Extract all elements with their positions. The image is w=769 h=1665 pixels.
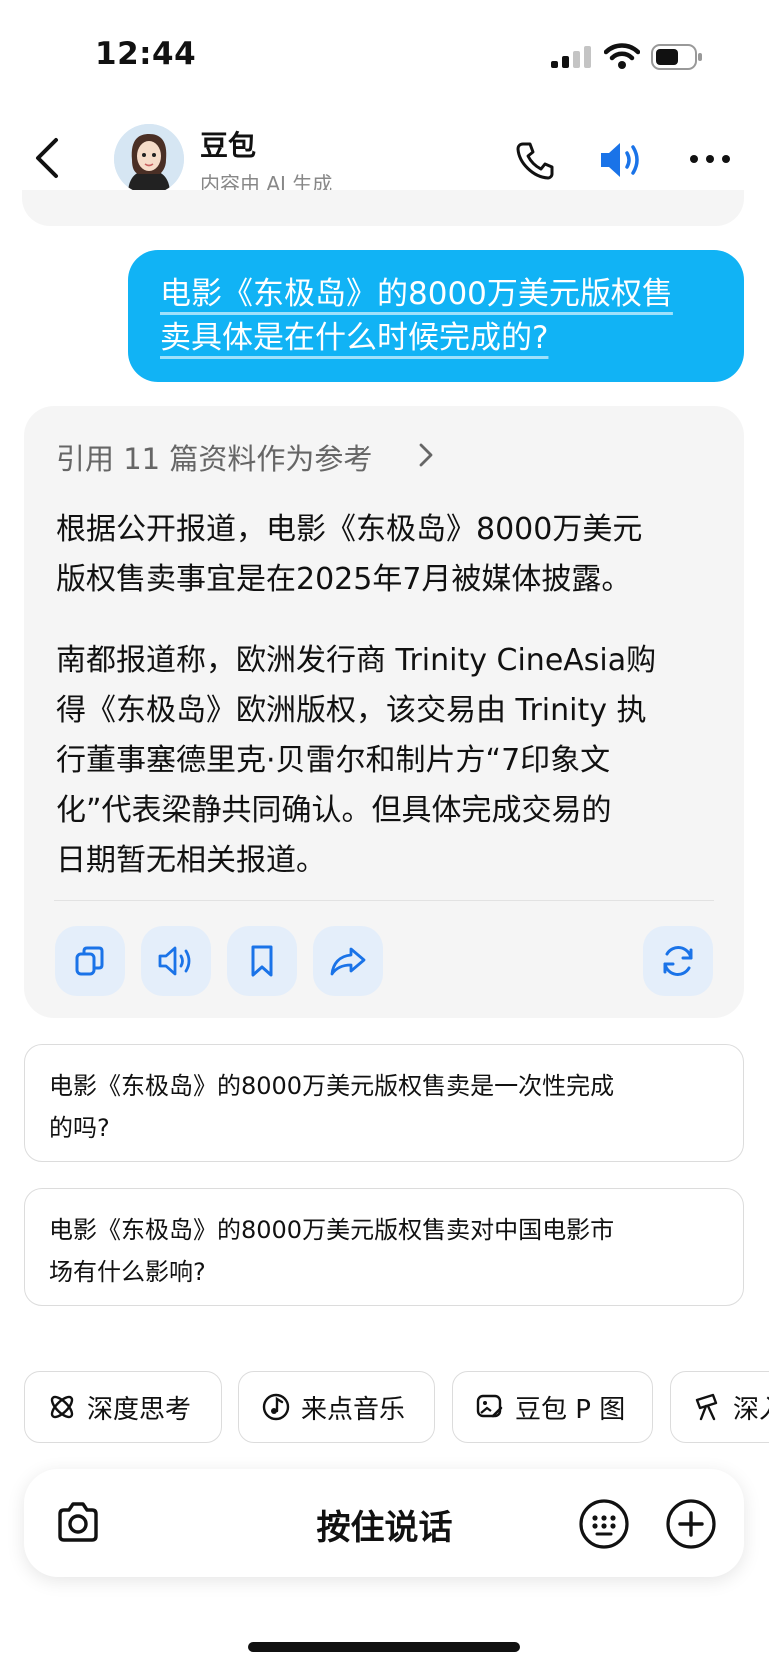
answer-paragraph-1: 根据公开报道，电影《东极岛》8000万美元 版权售卖事宜是在2025年7月被媒体… [56, 505, 716, 605]
chip-image-edit[interactable]: 豆包 P 图 [452, 1371, 653, 1443]
home-indicator[interactable] [248, 1642, 520, 1652]
answer-line: 日期暂无相关报道。 [56, 843, 326, 878]
answer-line: 化”代表梁静共同确认。但具体完成交易的 [56, 793, 612, 828]
chip-label: 来点音乐 [301, 1394, 406, 1425]
copy-button[interactable] [55, 926, 125, 996]
suggestion-line: 电影《东极岛》的8000万美元版权售卖对中国电影市 [49, 1216, 615, 1244]
suggested-question[interactable]: 电影《东极岛》的8000万美元版权售卖是一次性完成 的吗? [24, 1044, 744, 1162]
bookmark-icon [251, 945, 273, 977]
answer-line: 根据公开报道，电影《东极岛》8000万美元 [56, 512, 643, 547]
chip-deep-thinking[interactable]: 深度思考 [24, 1371, 222, 1443]
chip-label: 深入 [733, 1394, 769, 1425]
keyboard-icon[interactable] [578, 1498, 630, 1550]
suggestion-line: 电影《东极岛》的8000万美元版权售卖是一次性完成 [49, 1072, 615, 1100]
back-chevron-icon[interactable] [32, 136, 62, 180]
share-button[interactable] [313, 926, 383, 996]
speaker-icon[interactable] [598, 138, 646, 182]
speaker-icon [158, 946, 191, 976]
regenerate-button[interactable] [643, 926, 713, 996]
answer-line: 版权售卖事宜是在2025年7月被媒体披露。 [56, 562, 632, 597]
user-message-line: 电影《东极岛》的8000万美元版权售 [160, 276, 673, 312]
copy-icon [75, 946, 104, 976]
user-message-line: 卖具体是在什么时候完成的? [160, 320, 549, 356]
cellular-signal-icon [551, 46, 591, 68]
bookmark-button[interactable] [227, 926, 297, 996]
read-aloud-button[interactable] [141, 926, 211, 996]
suggested-question[interactable]: 电影《东极岛》的8000万美元版权售卖对中国电影市 场有什么影响? [24, 1188, 744, 1306]
phone-icon[interactable] [515, 140, 555, 180]
telescope-icon [695, 1393, 718, 1421]
atom-icon [50, 1395, 74, 1419]
chip-music[interactable]: 来点音乐 [238, 1371, 435, 1443]
refresh-icon [663, 946, 693, 976]
image-edit-icon [476, 1394, 503, 1418]
bot-name: 豆包 [200, 129, 257, 162]
suggestion-line: 的吗? [49, 1114, 110, 1142]
divider [54, 900, 714, 901]
music-icon [262, 1393, 290, 1421]
chip-label: 豆包 P 图 [515, 1394, 626, 1425]
chip-label: 深度思考 [87, 1394, 192, 1425]
share-arrow-icon [330, 947, 366, 976]
suggestion-line: 场有什么影响? [49, 1258, 206, 1286]
more-options-icon[interactable] [688, 150, 732, 168]
answer-line: 南都报道称，欧洲发行商 Trinity CineAsia购 [56, 643, 657, 678]
answer-paragraph-2: 南都报道称，欧洲发行商 Trinity CineAsia购 得《东极岛》欧洲版权… [56, 636, 716, 886]
answer-line: 得《东极岛》欧洲版权，该交易由 Trinity 执 [56, 693, 647, 728]
chevron-right-icon[interactable] [418, 442, 434, 468]
avatar[interactable] [114, 124, 184, 194]
battery-icon [651, 44, 702, 70]
references-link[interactable]: 引用 11 篇资料作为参考 [56, 436, 372, 478]
user-message-bubble[interactable]: 电影《东极岛》的8000万美元版权售 卖具体是在什么时候完成的? [128, 250, 744, 382]
chip-deep-research[interactable]: 深入 [670, 1371, 769, 1443]
previous-message-card [22, 190, 744, 226]
answer-line: 行董事塞德里克·贝雷尔和制片方“7印象文 [56, 743, 611, 778]
avatar-portrait-icon [114, 124, 184, 194]
hold-to-talk-button[interactable]: 按住说话 [0, 1500, 769, 1549]
plus-icon[interactable] [665, 1498, 717, 1550]
wifi-icon [604, 43, 640, 69]
status-time: 12:44 [95, 36, 197, 72]
